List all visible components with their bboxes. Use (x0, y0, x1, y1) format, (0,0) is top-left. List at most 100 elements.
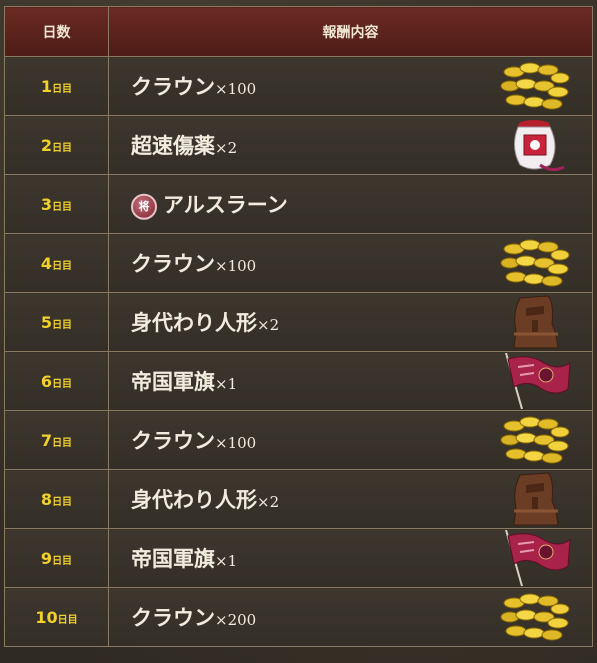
reward-name: 帝国軍旗 (131, 369, 215, 394)
day-cell: 3日目 (4, 174, 109, 234)
reward-row: 1日目 クラウン×100 (4, 56, 593, 116)
day-number: 10 (35, 607, 58, 627)
reward-name: クラウン (131, 74, 215, 99)
day-cell: 10日目 (4, 587, 109, 647)
day-cell: 1日目 (4, 56, 109, 116)
reward-cell: クラウン×100 (108, 410, 593, 470)
reward-text: クラウン×100 (131, 425, 256, 455)
day-cell: 2日目 (4, 115, 109, 175)
gold-coins-icon (500, 235, 572, 291)
day-cell: 6日目 (4, 351, 109, 411)
reward-cell: 帝国軍旗×1 (108, 351, 593, 411)
reward-row: 2日目 超速傷薬×2 (4, 115, 593, 175)
reward-name: アルスラーン (163, 191, 288, 217)
reward-text: 将アルスラーン (131, 189, 288, 220)
general-badge-icon: 将 (131, 193, 157, 220)
day-number: 3 (40, 194, 53, 214)
reward-row: 3日目将アルスラーン (4, 174, 593, 234)
reward-name: 身代わり人形 (131, 310, 257, 335)
reward-cell: クラウン×100 (108, 56, 593, 116)
day-suffix: 日目 (52, 142, 73, 154)
day-number: 2 (40, 135, 53, 155)
reward-cell: 帝国軍旗×1 (108, 528, 593, 588)
reward-name: クラウン (131, 605, 215, 630)
day-suffix: 日目 (52, 555, 73, 567)
day-cell: 8日目 (4, 469, 109, 529)
day-number: 6 (40, 371, 53, 391)
reward-text: 超速傷薬×2 (131, 130, 237, 160)
reward-quantity: 2 (227, 139, 238, 157)
reward-name: 超速傷薬 (131, 133, 215, 158)
multiplier-sign: × (215, 611, 228, 629)
reward-cell: クラウン×100 (108, 233, 593, 293)
day-cell: 4日目 (4, 233, 109, 293)
day-number: 8 (40, 489, 53, 509)
day-suffix: 日目 (52, 83, 73, 95)
day-number: 4 (40, 253, 53, 273)
day-suffix: 日目 (52, 201, 73, 213)
reward-text: クラウン×100 (131, 71, 256, 101)
reward-text: 帝国軍旗×1 (131, 543, 237, 573)
day-cell: 9日目 (4, 528, 109, 588)
reward-quantity: 1 (227, 375, 238, 393)
multiplier-sign: × (215, 80, 228, 98)
reward-text: 身代わり人形×2 (131, 484, 279, 514)
reward-row: 5日目 身代わり人形×2 (4, 292, 593, 352)
reward-name: クラウン (131, 251, 215, 276)
reward-cell: 身代わり人形×2 (108, 292, 593, 352)
reward-quantity: 100 (227, 80, 257, 98)
reward-cell: 身代わり人形×2 (108, 469, 593, 529)
reward-table: 日数 報酬内容 1日目 クラウン×100 2日目 超速傷薬×2 3日目将アルスラーン… (4, 6, 593, 647)
multiplier-sign: × (215, 434, 228, 452)
reward-row: 4日目 クラウン×100 (4, 233, 593, 293)
day-cell: 7日目 (4, 410, 109, 470)
war-banner-icon (500, 352, 572, 410)
stone-doll-icon (500, 294, 572, 350)
reward-quantity: 200 (227, 611, 257, 629)
reward-row: 9日目 帝国軍旗×1 (4, 528, 593, 588)
reward-row: 10日目 クラウン×200 (4, 587, 593, 647)
multiplier-sign: × (257, 493, 270, 511)
reward-column-header: 報酬内容 (108, 6, 593, 57)
day-number: 5 (40, 312, 53, 332)
reward-quantity: 100 (227, 257, 257, 275)
reward-row: 8日目 身代わり人形×2 (4, 469, 593, 529)
day-cell: 5日目 (4, 292, 109, 352)
day-suffix: 日目 (52, 260, 73, 272)
reward-text: クラウン×200 (131, 602, 256, 632)
reward-row: 6日目 帝国軍旗×1 (4, 351, 593, 411)
reward-cell: 将アルスラーン (108, 174, 593, 234)
day-suffix: 日目 (52, 319, 73, 331)
reward-quantity: 1 (227, 552, 238, 570)
day-number: 7 (40, 430, 53, 450)
reward-text: 身代わり人形×2 (131, 307, 279, 337)
reward-cell: 超速傷薬×2 (108, 115, 593, 175)
day-suffix: 日目 (52, 437, 73, 449)
gold-coins-icon (500, 58, 572, 114)
reward-quantity: 2 (269, 316, 280, 334)
header-row: 日数 報酬内容 (4, 6, 593, 57)
medicine-jar-icon (500, 117, 572, 173)
day-number: 1 (40, 76, 53, 96)
gold-coins-icon (500, 589, 572, 645)
reward-name: クラウン (131, 428, 215, 453)
reward-name: 身代わり人形 (131, 487, 257, 512)
reward-text: 帝国軍旗×1 (131, 366, 237, 396)
multiplier-sign: × (215, 139, 228, 157)
day-suffix: 日目 (52, 378, 73, 390)
gold-coins-icon (500, 412, 572, 468)
reward-quantity: 100 (227, 434, 257, 452)
multiplier-sign: × (215, 552, 228, 570)
login-reward-board: 日数 報酬内容 1日目 クラウン×100 2日目 超速傷薬×2 3日目将アルスラーン… (0, 0, 597, 663)
day-suffix: 日目 (52, 496, 73, 508)
reward-text: クラウン×100 (131, 248, 256, 278)
reward-row: 7日目 クラウン×100 (4, 410, 593, 470)
reward-cell: クラウン×200 (108, 587, 593, 647)
stone-doll-icon (500, 471, 572, 527)
reward-quantity: 2 (269, 493, 280, 511)
day-suffix: 日目 (57, 614, 78, 626)
reward-name: 帝国軍旗 (131, 546, 215, 571)
day-number: 9 (40, 548, 53, 568)
multiplier-sign: × (257, 316, 270, 334)
war-banner-icon (500, 529, 572, 587)
